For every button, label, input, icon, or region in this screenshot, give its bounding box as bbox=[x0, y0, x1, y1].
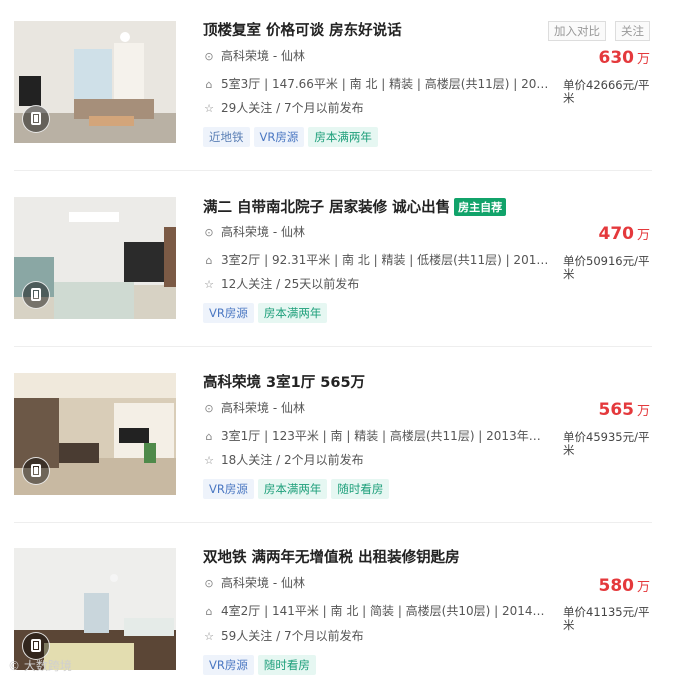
tag: VR房源 bbox=[203, 303, 254, 323]
total-price: 470 万 bbox=[598, 224, 650, 244]
listing-community[interactable]: ⊙ 高科荣境 - 仙林 bbox=[203, 399, 305, 416]
tag: 近地铁 bbox=[203, 127, 250, 147]
listing-tags: VR房源 随时看房 bbox=[203, 654, 320, 675]
compare-button[interactable]: 加入对比 bbox=[548, 21, 606, 41]
tag: VR房源 bbox=[203, 655, 254, 675]
unit-price: 单价45935元/平米 bbox=[563, 430, 650, 457]
listing-title[interactable]: 双地铁 满两年无增值税 出租装修钥匙房 bbox=[203, 546, 460, 567]
listing-attributes: ⌂ 3室2厅 | 92.31平米 | 南 北 | 精装 | 低楼层(共11层) |… bbox=[203, 251, 552, 268]
listing-tags: VR房源 房本满两年 随时看房 bbox=[203, 478, 393, 499]
tag: 房本满两年 bbox=[257, 303, 328, 323]
tag: 房本满两年 bbox=[257, 479, 328, 499]
divider bbox=[14, 522, 652, 523]
listing-title[interactable]: 顶楼复室 价格可谈 房东好说话 bbox=[203, 19, 402, 40]
listing-photo[interactable] bbox=[14, 21, 176, 143]
vr-icon bbox=[22, 632, 50, 660]
unit-price: 单价42666元/平米 bbox=[563, 78, 650, 105]
unit-price: 单价41135元/平米 bbox=[563, 605, 650, 632]
location-pin-icon: ⊙ bbox=[204, 402, 214, 415]
house-icon: ⌂ bbox=[205, 430, 213, 443]
total-price: 630 万 bbox=[598, 48, 650, 68]
listing-community[interactable]: ⊙ 高科荣境 - 仙林 bbox=[203, 574, 305, 591]
listing-attributes: ⌂ 5室3厅 | 147.66平米 | 南 北 | 精装 | 高楼层(共11层) … bbox=[203, 75, 552, 92]
listing-community[interactable]: ⊙ 高科荣境 - 仙林 bbox=[203, 223, 305, 240]
vr-icon bbox=[22, 105, 50, 133]
star-icon: ☆ bbox=[204, 102, 214, 115]
owner-recommend-badge: 房主自荐 bbox=[454, 198, 507, 216]
tag: 房本满两年 bbox=[308, 127, 378, 147]
location-pin-icon: ⊙ bbox=[204, 226, 214, 239]
listing-title[interactable]: 高科荣境 3室1厅 565万 bbox=[203, 371, 365, 392]
listing-followers: ☆ 18人关注 / 2个月以前发布 bbox=[204, 453, 364, 467]
listing-title[interactable]: 满二 自带南北院子 居家装修 诚心出售 房主自荐 bbox=[203, 196, 507, 217]
watermark: © 大数跨境 bbox=[8, 659, 72, 673]
star-icon: ☆ bbox=[204, 454, 214, 467]
listing-photo[interactable] bbox=[14, 548, 176, 670]
listing-tags: 近地铁 VR房源 房本满两年 bbox=[203, 126, 382, 147]
listing-attributes: ⌂ 4室2厅 | 141平米 | 南 北 | 简装 | 高楼层(共10层) | 2… bbox=[203, 602, 552, 619]
listing-tags: VR房源 房本满两年 bbox=[203, 302, 331, 323]
listing-photo[interactable] bbox=[14, 197, 176, 319]
unit-price: 单价50916元/平米 bbox=[563, 254, 650, 281]
listing-followers: ☆ 29人关注 / 7个月以前发布 bbox=[204, 101, 364, 115]
total-price: 580 万 bbox=[598, 576, 650, 596]
location-pin-icon: ⊙ bbox=[204, 577, 214, 590]
divider bbox=[14, 170, 652, 171]
house-icon: ⌂ bbox=[205, 78, 213, 91]
star-icon: ☆ bbox=[204, 630, 214, 643]
listing-attributes: ⌂ 3室1厅 | 123平米 | 南 | 精装 | 高楼层(共11层) | 201… bbox=[203, 427, 552, 444]
vr-icon bbox=[22, 281, 50, 309]
star-icon: ☆ bbox=[204, 278, 214, 291]
tag: VR房源 bbox=[253, 127, 305, 147]
house-icon: ⌂ bbox=[205, 605, 213, 618]
divider bbox=[14, 346, 652, 347]
listing-followers: ☆ 59人关注 / 7个月以前发布 bbox=[204, 629, 364, 643]
listing-followers: ☆ 12人关注 / 25天以前发布 bbox=[204, 277, 360, 291]
tag: 随时看房 bbox=[331, 479, 390, 499]
follow-button[interactable]: 关注 bbox=[615, 21, 650, 41]
vr-icon bbox=[22, 457, 50, 485]
tag: VR房源 bbox=[203, 479, 254, 499]
total-price: 565 万 bbox=[598, 400, 650, 420]
location-pin-icon: ⊙ bbox=[204, 50, 214, 63]
tag: 随时看房 bbox=[257, 655, 316, 675]
house-icon: ⌂ bbox=[205, 254, 213, 267]
listing-community[interactable]: ⊙ 高科荣境 - 仙林 bbox=[203, 47, 305, 64]
listing-photo[interactable] bbox=[14, 373, 176, 495]
